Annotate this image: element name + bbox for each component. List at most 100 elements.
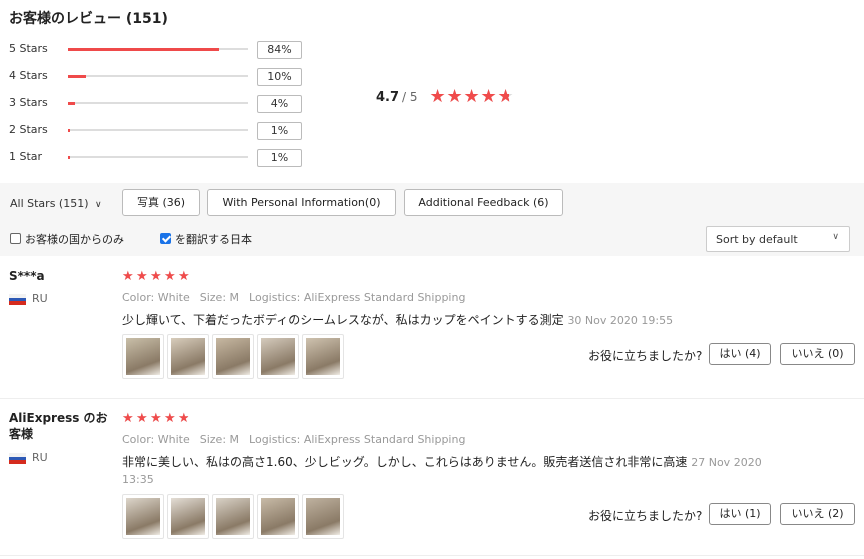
distribution-label: 5 Stars <box>9 42 48 55</box>
star-icon: ★ ★ <box>497 86 514 107</box>
distribution-percent: 1% <box>257 122 302 140</box>
review-stars: ★ ★ ★ ★ ★ ★ ★ ★ ★ ★ <box>122 412 192 425</box>
distribution-percent: 1% <box>257 149 302 167</box>
rating-distribution-row[interactable]: 2 Stars 1% <box>9 121 309 141</box>
helpful-yes-button[interactable]: はい (4) <box>709 343 771 365</box>
review-photo-image <box>306 338 340 375</box>
star-icon: ★ ★ <box>122 269 134 284</box>
review-photo-image <box>171 498 205 535</box>
distribution-bar <box>68 128 248 132</box>
review-photo[interactable] <box>212 494 254 539</box>
star-icon: ★ ★ <box>178 411 190 426</box>
review-photo-image <box>171 338 205 375</box>
distribution-label: 4 Stars <box>9 69 48 82</box>
helpful-label: お役に立ちましたか? <box>588 509 703 523</box>
sort-select[interactable]: Sort by default ∨ <box>706 226 850 252</box>
logistics-attribute-value: AliExpress Standard Shipping <box>303 291 466 304</box>
review-body: 少し輝いて、下着だったボディのシームレスなが、私はカップをペイントする測定 <box>122 313 564 327</box>
review-divider <box>0 398 864 399</box>
star-icon: ★ ★ <box>463 86 480 107</box>
review-photo-image <box>306 498 340 535</box>
distribution-bar-fill <box>68 101 76 105</box>
distribution-bar <box>68 47 248 51</box>
review-photo-image <box>126 338 160 375</box>
helpful-no-button[interactable]: いいえ (0) <box>780 343 855 365</box>
star-icon: ★ ★ <box>122 411 134 426</box>
distribution-label: 3 Stars <box>9 96 48 109</box>
review-divider <box>0 555 864 556</box>
review-photo[interactable] <box>302 334 344 379</box>
star-icon: ★ ★ <box>150 411 162 426</box>
star-icon: ★ ★ <box>150 269 162 284</box>
review-text: 少し輝いて、下着だったボディのシームレスなが、私はカップをペイントする測定 30… <box>122 312 772 329</box>
review-photo[interactable] <box>167 494 209 539</box>
review-stars: ★ ★ ★ ★ ★ ★ ★ ★ ★ ★ <box>122 270 192 283</box>
translate-checkbox[interactable] <box>160 233 171 244</box>
review-photo-image <box>126 498 160 535</box>
distribution-bar-fill <box>68 74 86 78</box>
review-photo[interactable] <box>122 334 164 379</box>
rating-summary: 4.7 / 5 ★ ★ ★ ★ ★ ★ ★ ★ ★ ★ <box>376 88 515 106</box>
color-attribute-value: White <box>157 291 190 304</box>
size-attribute-value: M <box>229 291 240 304</box>
distribution-bar-fill <box>68 128 71 132</box>
russia-flag-icon <box>9 294 26 305</box>
filter-additional-feedback-button[interactable]: Additional Feedback (6) <box>404 189 563 216</box>
distribution-percent: 84% <box>257 41 302 59</box>
options-bar: お客様の国からのみ を翻訳する日本 Sort by default ∨ <box>0 223 864 256</box>
reviewer-name: S***a <box>9 269 45 283</box>
russia-flag-icon <box>9 453 26 464</box>
review-photos <box>122 334 344 379</box>
review-attributes: Color: White Size: M Logistics: AliExpress… <box>122 433 465 446</box>
review-photo[interactable] <box>302 494 344 539</box>
review-photo[interactable] <box>167 334 209 379</box>
my-country-checkbox[interactable] <box>10 233 21 244</box>
all-stars-dropdown[interactable]: All Stars (151) ∨ <box>10 197 102 210</box>
rating-distribution-row[interactable]: 5 Stars 84% <box>9 40 309 60</box>
reviews-title: お客様のレビュー (151) <box>9 11 168 27</box>
all-stars-label: All Stars (151) <box>10 197 89 210</box>
filter-photos-button[interactable]: 写真 (36) <box>122 189 200 216</box>
distribution-percent: 4% <box>257 95 302 113</box>
reviewer-country: RU <box>32 451 48 464</box>
review-body: 非常に美しい、私はの高さ1.60、少しビッグ。しかし、これらはありません。販売者… <box>122 455 688 469</box>
helpful-no-button[interactable]: いいえ (2) <box>780 503 855 525</box>
distribution-bar-fill <box>68 155 71 159</box>
review-photo[interactable] <box>212 334 254 379</box>
color-attribute-value: White <box>157 433 190 446</box>
star-icon: ★ ★ <box>178 269 190 284</box>
rating-distribution-row[interactable]: 4 Stars 10% <box>9 67 309 87</box>
star-icon: ★ ★ <box>136 411 148 426</box>
size-attribute-value: M <box>229 433 240 446</box>
summary-stars: ★ ★ ★ ★ ★ ★ ★ ★ ★ ★ <box>430 88 515 106</box>
rating-distribution-row[interactable]: 1 Star 1% <box>9 148 309 168</box>
review-photo[interactable] <box>257 334 299 379</box>
star-icon: ★ ★ <box>446 86 463 107</box>
review-photo[interactable] <box>122 494 164 539</box>
reviewer-country: RU <box>32 292 48 305</box>
logistics-attribute-label: Logistics: <box>249 433 301 446</box>
chevron-down-icon: ∨ <box>832 232 839 242</box>
distribution-percent: 10% <box>257 68 302 86</box>
review-photo-image <box>261 338 295 375</box>
logistics-attribute-label: Logistics: <box>249 291 301 304</box>
review-photo[interactable] <box>257 494 299 539</box>
filter-personal-info-button[interactable]: With Personal Information(0) <box>207 189 396 216</box>
review-photo-image <box>216 338 250 375</box>
review-photo-image <box>261 498 295 535</box>
review-photos <box>122 494 344 539</box>
rating-distribution-row[interactable]: 3 Stars 4% <box>9 94 309 114</box>
sort-select-value: Sort by default <box>716 233 798 246</box>
average-score: 4.7 <box>376 89 400 105</box>
distribution-bar <box>68 74 248 78</box>
color-attribute-label: Color: <box>122 291 155 304</box>
reviewer-name: AliExpress のお客様 <box>9 411 108 441</box>
review-photo-image <box>216 498 250 535</box>
review-text: 非常に美しい、私はの高さ1.60、少しビッグ。しかし、これらはありません。販売者… <box>122 454 772 488</box>
color-attribute-label: Color: <box>122 433 155 446</box>
size-attribute-label: Size: <box>199 433 227 446</box>
star-icon: ★ ★ <box>164 411 176 426</box>
helpful-yes-button[interactable]: はい (1) <box>709 503 771 525</box>
star-icon: ★ ★ <box>480 86 497 107</box>
review-date: 30 Nov 2020 19:55 <box>567 314 674 327</box>
